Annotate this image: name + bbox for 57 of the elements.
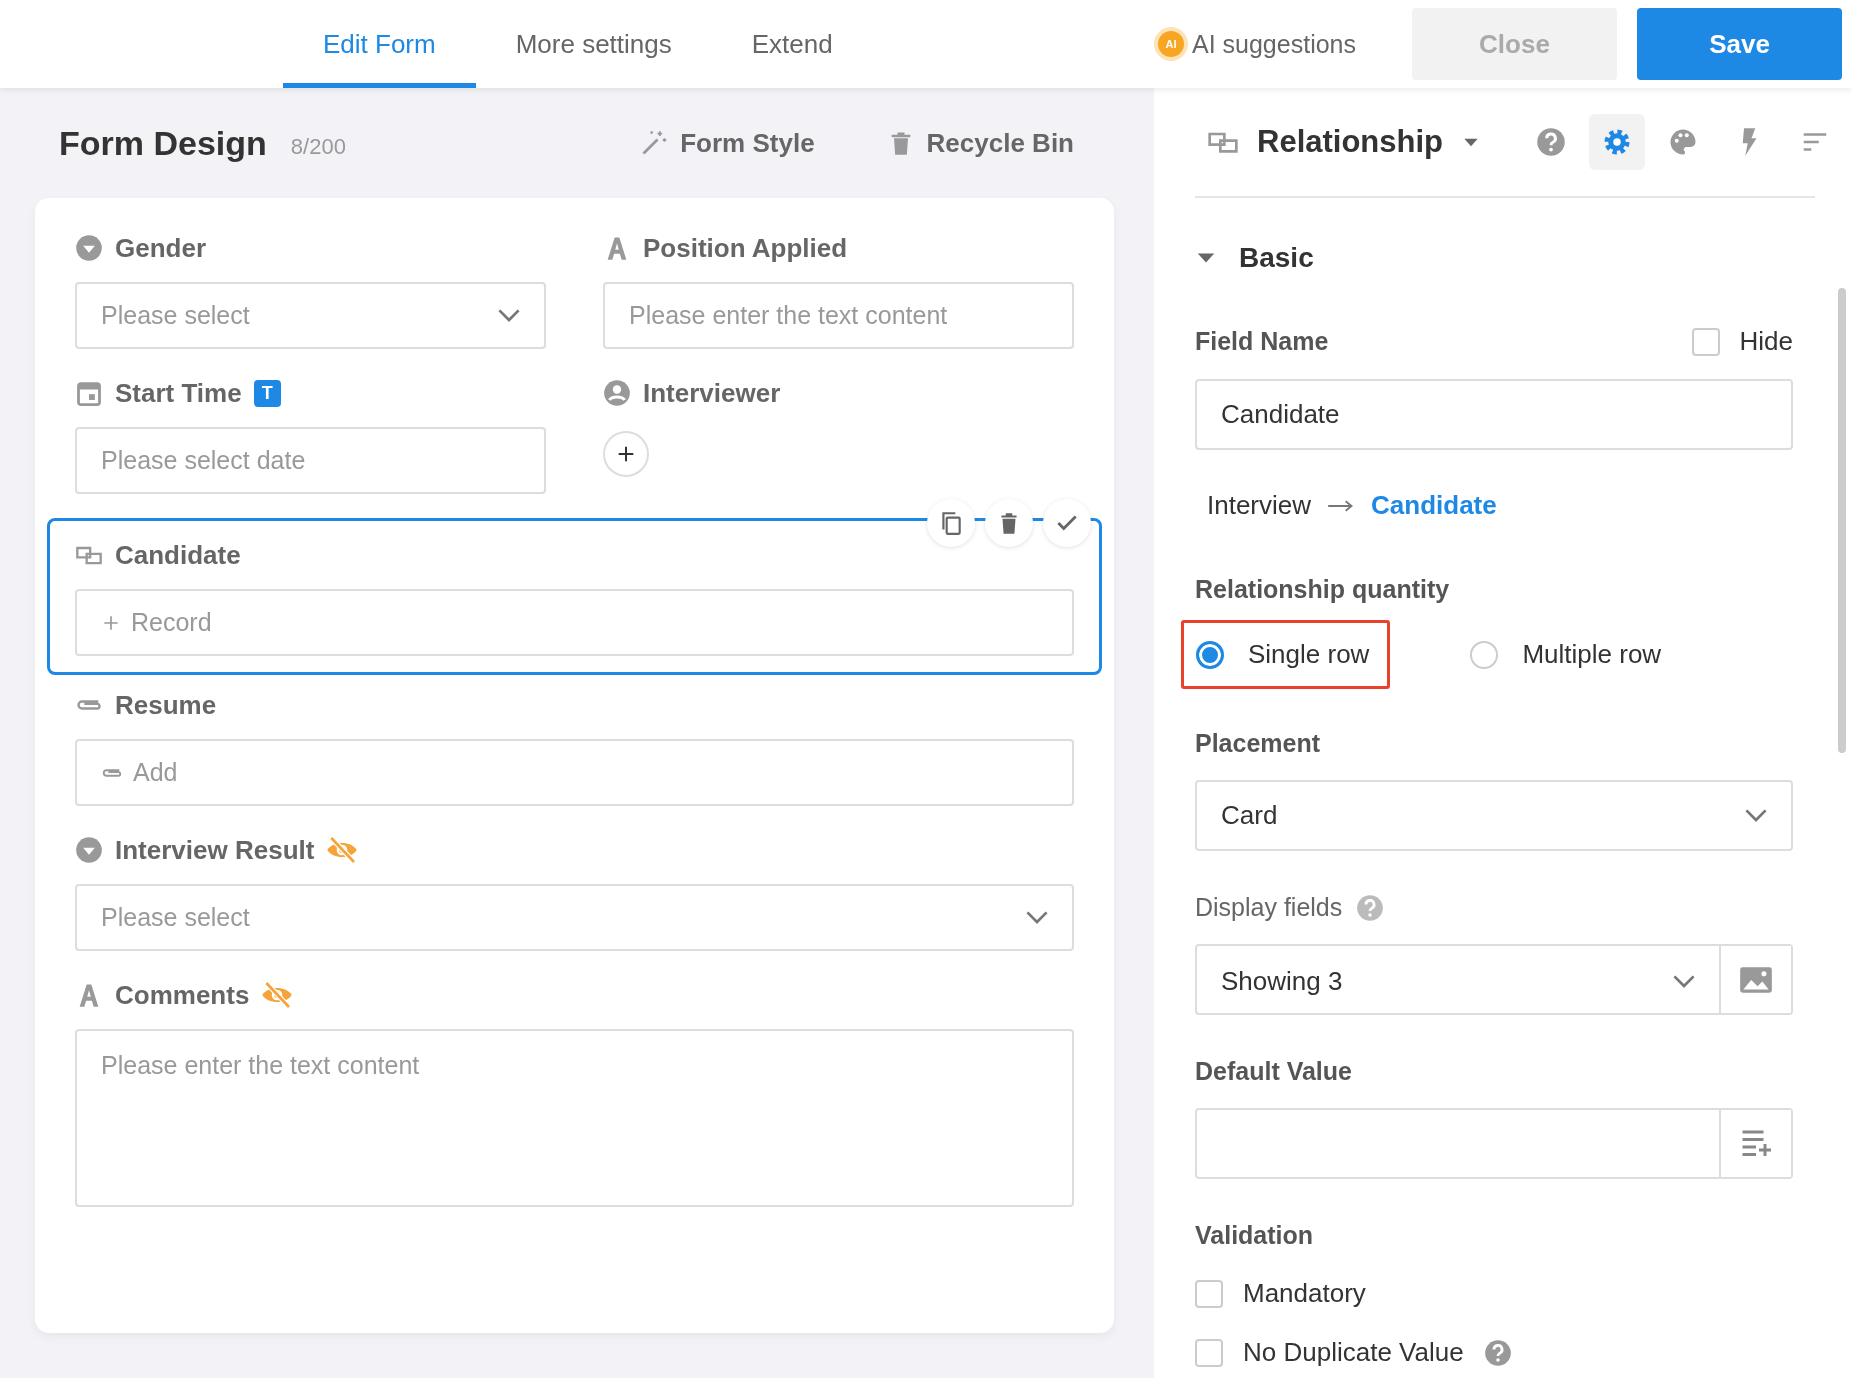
help-icon <box>1356 893 1385 922</box>
field-label: Resume <box>115 689 217 721</box>
ai-suggestions-button[interactable]: AI AI suggestions <box>1152 28 1362 60</box>
chevron-down-icon <box>498 309 520 322</box>
help-icon <box>1536 127 1566 157</box>
delete-button[interactable] <box>985 499 1033 547</box>
field-label: Gender <box>115 232 207 264</box>
field-count: 8/200 <box>290 134 346 160</box>
field-label: Validation <box>1195 1221 1315 1250</box>
user-circle-icon <box>603 379 631 407</box>
scrollbar[interactable] <box>1838 288 1846 753</box>
field-label: Interview Result <box>115 834 315 866</box>
confirm-button[interactable] <box>1043 499 1091 547</box>
validation-checkbox[interactable]: No Duplicate Value <box>1195 1337 1815 1368</box>
chevron-down-icon <box>1026 911 1048 924</box>
chevron-down-icon <box>1745 809 1767 822</box>
dropdown-circle-icon <box>75 234 103 262</box>
magic-wand-icon <box>640 129 669 157</box>
field-label: Display fields <box>1195 893 1343 922</box>
field-label: Interviewer <box>643 377 781 409</box>
field-label: Default Value <box>1195 1057 1353 1086</box>
settings-icon <box>1602 127 1632 157</box>
formula-button[interactable] <box>1719 1110 1791 1177</box>
tab[interactable]: More settings <box>475 0 712 88</box>
image-button[interactable] <box>1719 946 1791 1013</box>
section-toggle[interactable]: Basic <box>1195 242 1314 274</box>
field-label: Relationship quantity <box>1195 575 1451 604</box>
validation-checkbox[interactable]: Mandatory <box>1195 1278 1815 1309</box>
hide-checkbox[interactable]: Hide <box>1691 326 1793 357</box>
dropdown-circle-icon <box>75 836 103 864</box>
relation-source: Interview <box>1207 490 1312 521</box>
field-type-dropdown[interactable]: Relationship <box>1195 124 1493 160</box>
chevron-down-icon <box>1673 975 1695 988</box>
relation-target: Candidate <box>1371 490 1497 521</box>
field-label: Candidate <box>115 539 241 571</box>
add-user-button[interactable] <box>603 431 649 477</box>
placement-select[interactable]: Card <box>1195 780 1793 851</box>
form-style-button[interactable]: Form Style <box>634 126 821 160</box>
save-button[interactable]: Save <box>1637 8 1842 80</box>
radio-option[interactable]: Single row <box>1181 620 1391 689</box>
tab[interactable]: Edit Form <box>283 0 476 88</box>
recycle-bin-button[interactable]: Recycle Bin <box>880 126 1080 160</box>
field-label: Placement <box>1195 729 1322 758</box>
settings-tab[interactable] <box>1589 114 1645 170</box>
field-label: Field Name <box>1195 327 1329 356</box>
tag-badge: T <box>253 379 281 407</box>
field-label: Position Applied <box>643 232 848 264</box>
copy-button[interactable] <box>927 499 975 547</box>
ai-bulb-icon: AI <box>1158 31 1184 57</box>
form-title: Form Design <box>59 123 267 163</box>
field-label: Comments <box>115 979 250 1011</box>
calendar-icon <box>75 379 103 407</box>
radio-option[interactable]: Multiple row <box>1456 620 1682 689</box>
field-name-input[interactable]: Candidate <box>1195 379 1793 450</box>
field-label: Start Time <box>115 377 242 409</box>
palette-icon <box>1668 127 1698 157</box>
tab[interactable]: Extend <box>711 0 873 88</box>
